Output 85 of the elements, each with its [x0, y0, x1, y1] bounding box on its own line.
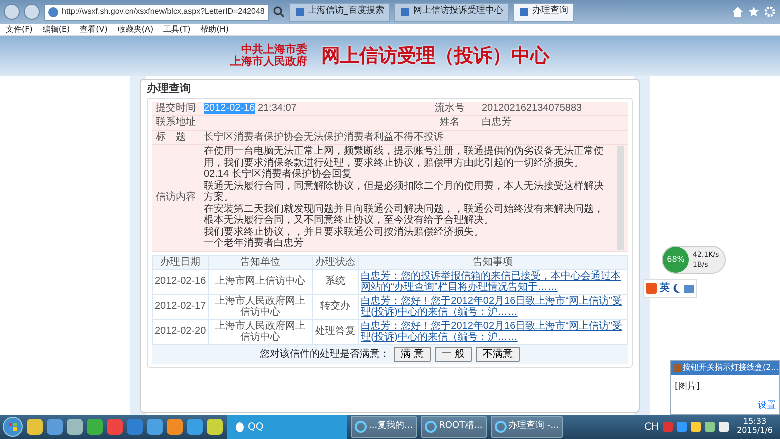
- taskbar-app-icon[interactable]: [67, 419, 83, 435]
- browser-tab[interactable]: 上海信访_百度搜索: [288, 2, 390, 22]
- star-icon[interactable]: [748, 6, 760, 18]
- url-text: http://wsxf.sh.gov.cn/xsxfnew/blcx.aspx?LetterID=242048: [62, 6, 265, 18]
- rating-button[interactable]: 不满意: [476, 346, 520, 362]
- taskbar-app-icon[interactable]: [47, 419, 63, 435]
- tray-icon[interactable]: [719, 422, 730, 432]
- rating-button[interactable]: 一 般: [435, 346, 472, 362]
- letter-content: 在使用一台电脑无法正常上网，频繁断线，提示账号注册，联通提供的伪劣设备无法正常使用，我们要求消保条款进行处理，要求终止协议，赔偿甲方由此引起的一切经济损失。 02.14 长宁区消费者保护协会回复 联通无法履行合同，同意解除协议，但是必须扣除二个月的使用费，本人无法接受这样解决方案。 在安装第二天我们就发现问题并且向联通公司解决问题，，联通公司始终没有来解决问题，根本无法履行合同，又不同意终止协议，至今没有给予合理解决。 我们要求终止协议，，并且要求联通公司按消法赔偿经济损失。 一个老年消费者白忠芳: [204, 146, 605, 250]
- menu-item[interactable]: 编辑(E): [42, 24, 70, 36]
- browser-tab[interactable]: 网上信访投诉受理中心: [394, 2, 510, 22]
- keyboard-icon[interactable]: [684, 284, 694, 292]
- forward-button[interactable]: [24, 4, 40, 20]
- page-icon: [519, 7, 530, 17]
- notification-title: 按钮开关指示灯接线盒(2...: [683, 362, 779, 374]
- browser-tab[interactable]: 办理查询: [513, 2, 574, 22]
- table-cell: 系统: [312, 269, 359, 294]
- field-label: 流水号: [422, 102, 478, 116]
- browser-icon: [355, 421, 367, 433]
- browser-icon: [425, 421, 438, 433]
- table-cell: 2012-02-17: [152, 294, 209, 319]
- field-value: 201202162134075883: [478, 102, 628, 116]
- browser-icon: [494, 421, 507, 433]
- table-cell: 转交办: [312, 294, 359, 319]
- page-icon: [400, 7, 410, 17]
- taskbar-app-icon[interactable]: [167, 419, 183, 435]
- menu-item[interactable]: 帮助(H): [200, 24, 229, 36]
- field-label: 提交时间: [152, 102, 200, 116]
- column-header: 办理状态: [312, 255, 359, 269]
- search-icon[interactable]: [272, 6, 285, 18]
- address-bar[interactable]: http://wsxf.sh.gov.cn/xsxfnew/blcx.aspx?LetterID=242048: [44, 4, 269, 20]
- language-indicator[interactable]: CH: [644, 420, 660, 434]
- table-cell: 上海市人民政府网上信访中心: [208, 294, 313, 319]
- ime-logo-icon: [646, 283, 657, 294]
- tray-icon[interactable]: [705, 422, 716, 432]
- ime-mode[interactable]: 英: [660, 281, 670, 296]
- field-label: 信访内容: [152, 144, 200, 251]
- taskbar-task[interactable]: ...复我的...: [351, 416, 418, 438]
- taskbar-app-icon[interactable]: [107, 419, 123, 435]
- field-value: 长宁区消费者保护协会无法保护消费者利益不得不投诉: [200, 130, 628, 144]
- taskbar-task[interactable]: ROOT精...: [421, 416, 487, 438]
- clock-date: 2015/1/6: [737, 427, 773, 436]
- moon-icon[interactable]: [673, 284, 681, 293]
- field-label: 姓名: [422, 116, 478, 130]
- taskbar-app-icon[interactable]: [87, 419, 103, 435]
- settings-link[interactable]: 设置: [758, 400, 776, 413]
- column-header: 告知单位: [208, 255, 313, 269]
- banner-title: 网上信访受理（投诉）中心: [322, 44, 550, 69]
- taskbar-app-icon[interactable]: [147, 419, 163, 435]
- taskbar-app-icon[interactable]: [27, 419, 43, 435]
- menu-item[interactable]: 工具(T): [164, 24, 191, 36]
- taskbar-app-icon[interactable]: [187, 419, 203, 435]
- submit-time: 21:34:07: [258, 102, 297, 114]
- rating-button[interactable]: 满 意: [394, 346, 431, 362]
- menu-item[interactable]: 查看(V): [80, 24, 108, 36]
- column-header: 告知事项: [358, 255, 628, 269]
- banner-org: 中共上海市委: [242, 44, 308, 56]
- settings-icon[interactable]: [764, 6, 776, 18]
- column-header: 办理日期: [152, 255, 209, 269]
- home-icon[interactable]: [732, 6, 744, 18]
- panel-title: 办理查询: [147, 82, 192, 97]
- usage-percent: 68%: [663, 247, 689, 273]
- taskbar-app-icon[interactable]: [127, 419, 143, 435]
- table-cell: 处理答复: [312, 319, 359, 344]
- page-icon: [294, 7, 305, 17]
- start-button[interactable]: [3, 417, 23, 437]
- satisfaction-prompt: 您对该信件的处理是否满意：: [260, 348, 390, 362]
- table-cell: 2012-02-16: [152, 269, 209, 294]
- notification-body: [图片]: [674, 380, 702, 394]
- submit-date: 2012-02-16: [204, 102, 256, 114]
- field-label: 标 题: [152, 130, 200, 144]
- tray-icon[interactable]: [691, 422, 702, 432]
- taskbar-app-icon[interactable]: [207, 419, 223, 435]
- field-value: 白忠芳: [478, 116, 628, 130]
- table-cell: 上海市网上信访中心: [208, 269, 313, 294]
- back-button[interactable]: [4, 4, 20, 20]
- field-label: 联系地址: [152, 116, 200, 130]
- taskbar-task[interactable]: 办理查询 -...: [490, 416, 564, 438]
- chat-icon: [673, 364, 681, 372]
- table-cell: 上海市人民政府网上信访中心: [208, 319, 313, 344]
- menu-item[interactable]: 文件(F): [6, 24, 33, 36]
- clock-time: 15:33: [742, 418, 768, 427]
- banner-gov: 上海市人民政府: [230, 56, 308, 68]
- table-cell: 2012-02-20: [152, 319, 209, 344]
- menu-item[interactable]: 收藏夹(A): [118, 24, 154, 36]
